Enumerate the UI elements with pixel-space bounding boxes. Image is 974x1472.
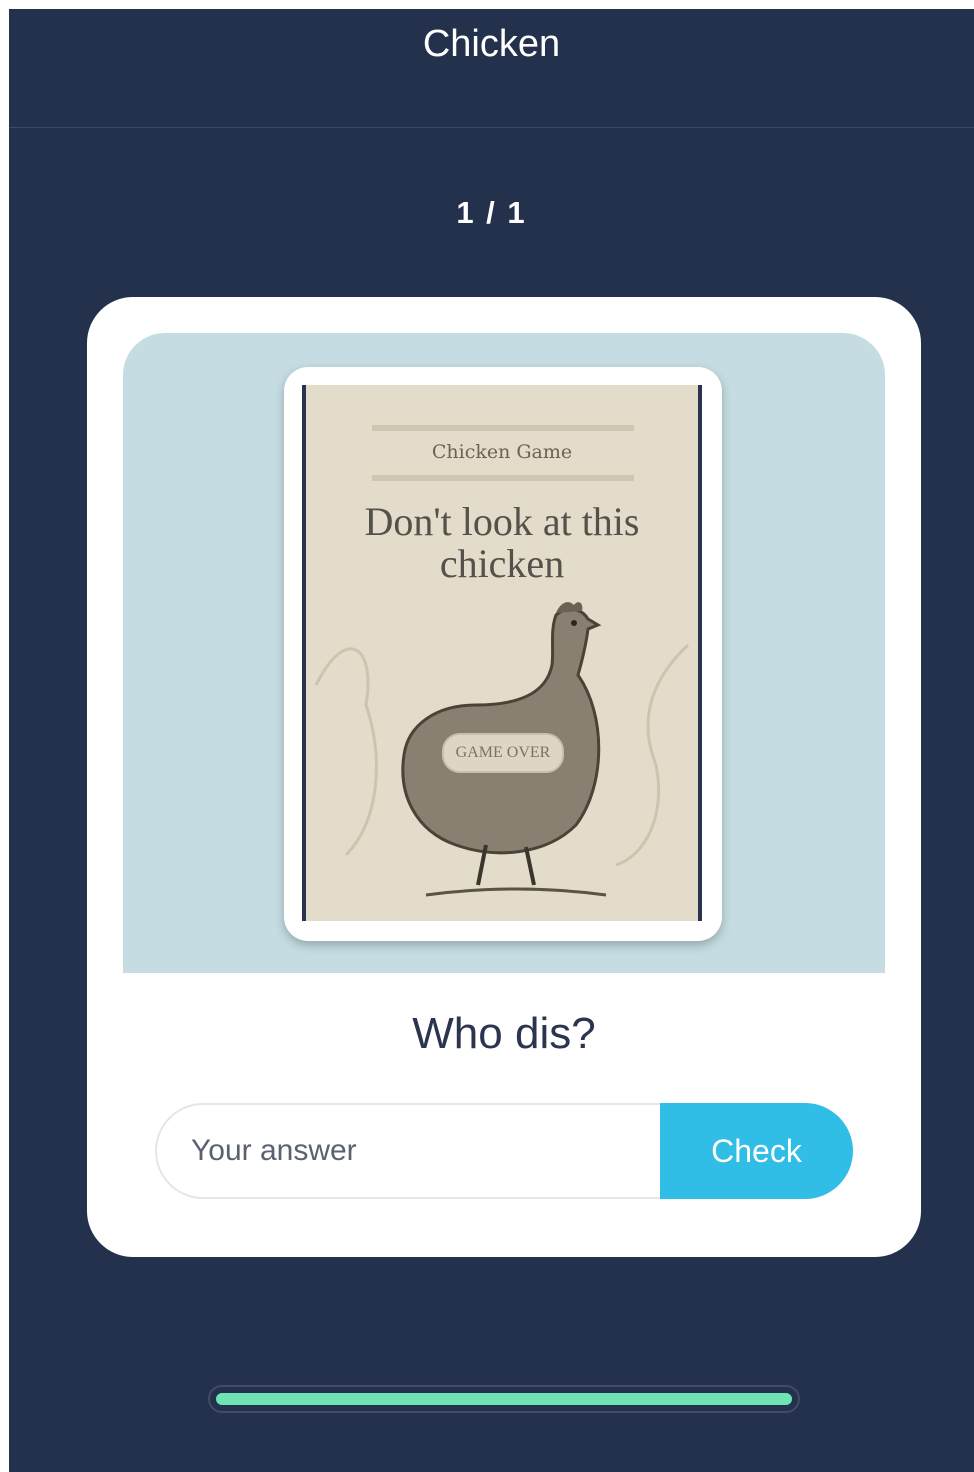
poster-rule-bottom: [372, 475, 634, 481]
poster-subtitle: Chicken Game: [431, 441, 573, 463]
poster-frame: Chicken Game Don't look at this chicken: [284, 367, 722, 941]
progress-bar: [208, 1385, 800, 1413]
game-over-stamp: GAME OVER: [442, 733, 564, 773]
poster-rule-top: [372, 425, 634, 431]
question-text: Who dis?: [412, 1009, 596, 1058]
check-button[interactable]: Check: [660, 1103, 853, 1199]
header: Chicken: [9, 9, 974, 128]
poster-image: Chicken Game Don't look at this chicken: [302, 385, 702, 921]
page-title: Chicken: [422, 23, 561, 65]
answer-row: Check: [155, 1103, 853, 1199]
progress-fill: [216, 1393, 792, 1405]
app-shell: Chicken 1 / 1 Chicken Game Don't look at…: [9, 9, 974, 1472]
quiz-card: Chicken Game Don't look at this chicken: [87, 297, 921, 1257]
image-panel: Chicken Game Don't look at this chicken: [123, 333, 885, 973]
question-counter: 1 / 1: [456, 195, 527, 230]
answer-input[interactable]: [155, 1103, 675, 1199]
